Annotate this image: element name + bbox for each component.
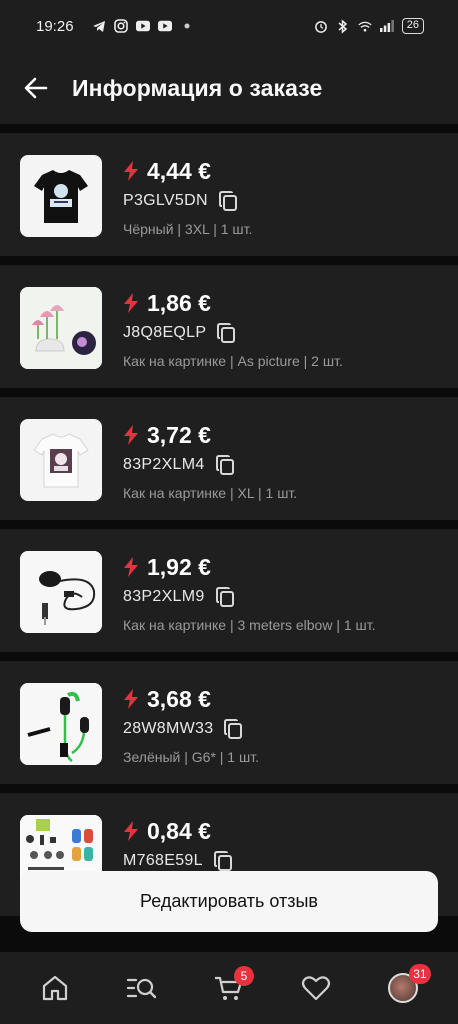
lightning-icon <box>123 293 139 313</box>
youtube-icon <box>157 20 172 33</box>
lightning-icon <box>123 557 139 577</box>
copy-icon[interactable] <box>218 190 238 212</box>
arrow-left-icon <box>24 77 48 99</box>
product-image-gaming-earbuds[interactable] <box>20 683 102 765</box>
item-variant: Как на картинке | 3 meters elbow | 1 шт. <box>123 617 376 633</box>
cart-badge: 5 <box>233 966 254 986</box>
product-image-black-tshirt[interactable] <box>20 155 102 237</box>
bluetooth-mute-icon <box>336 18 350 34</box>
catalog-search-icon <box>127 978 157 999</box>
heart-icon <box>301 976 330 1001</box>
item-price: 1,86 € <box>147 289 211 316</box>
product-image-mushroom-lamp[interactable] <box>20 287 102 369</box>
item-code: 28W8MW33 <box>123 720 214 737</box>
item-price: 1,92 € <box>147 553 211 580</box>
lightning-icon <box>123 161 139 181</box>
order-item[interactable]: 3,68 € 28W8MW33 Зелёный | G6* | 1 шт. <box>0 661 458 784</box>
order-item[interactable]: 4,44 € P3GLV5DN Чёрный | 3XL | 1 шт. <box>0 133 458 256</box>
nav-catalog-search[interactable] <box>114 960 170 1016</box>
item-code: M768E59L <box>123 852 203 869</box>
page-title: Информация о заказе <box>72 74 323 101</box>
item-variant: Зелёный | G6* | 1 шт. <box>123 749 259 765</box>
status-bar: 19:26 26 <box>0 0 458 52</box>
profile-badge: 31 <box>409 964 431 984</box>
item-variant: Как на картинке | As picture | 2 шт. <box>123 353 343 369</box>
item-price: 0,84 € <box>147 817 211 844</box>
wifi-icon <box>358 20 372 33</box>
product-image-lavalier-mic[interactable] <box>20 551 102 633</box>
status-time: 19:26 <box>36 17 74 35</box>
item-price: 4,44 € <box>147 157 211 184</box>
battery-indicator: 26 <box>401 18 424 34</box>
edit-review-button[interactable]: Редактировать отзыв <box>20 871 438 932</box>
nav-cart[interactable]: 5 <box>201 960 257 1016</box>
item-code: 83P2XLM9 <box>123 588 205 605</box>
lightning-icon <box>123 821 139 841</box>
lightning-icon <box>123 689 139 709</box>
nav-profile[interactable]: 31 <box>375 960 431 1016</box>
alarm-icon <box>314 20 328 33</box>
copy-icon[interactable] <box>215 586 235 608</box>
home-icon <box>43 975 68 1001</box>
instagram-icon <box>113 19 128 33</box>
item-variant: Как на картинке | XL | 1 шт. <box>123 485 298 501</box>
nav-favorites[interactable] <box>288 960 344 1016</box>
youtube-icon <box>135 20 150 33</box>
item-price: 3,72 € <box>147 421 211 448</box>
item-price: 3,68 € <box>147 685 211 712</box>
bottom-navigation: 5 31 <box>0 952 458 1024</box>
order-item[interactable]: 1,92 € 83P2XLM9 Как на картинке | 3 mete… <box>0 529 458 652</box>
product-image-white-tshirt[interactable] <box>20 419 102 501</box>
app-bar: Информация о заказе <box>0 52 458 124</box>
copy-icon[interactable] <box>215 454 235 476</box>
copy-icon[interactable] <box>223 718 243 740</box>
telegram-icon <box>92 20 106 33</box>
order-item[interactable]: 1,86 € J8Q8EQLP Как на картинке | As pic… <box>0 265 458 388</box>
copy-icon[interactable] <box>213 850 233 872</box>
more-notifications-dot-icon <box>180 20 194 33</box>
item-code: 83P2XLM4 <box>123 456 205 473</box>
lightning-icon <box>123 425 139 445</box>
item-variant: Чёрный | 3XL | 1 шт. <box>123 221 253 237</box>
order-items-list: 4,44 € P3GLV5DN Чёрный | 3XL | 1 шт. 1,8… <box>0 133 458 925</box>
item-code: P3GLV5DN <box>123 192 208 209</box>
nav-home[interactable] <box>27 960 83 1016</box>
copy-icon[interactable] <box>216 322 236 344</box>
item-code: J8Q8EQLP <box>123 324 207 341</box>
back-button[interactable] <box>22 74 50 102</box>
signal-icon <box>379 20 394 33</box>
order-item[interactable]: 3,72 € 83P2XLM4 Как на картинке | XL | 1… <box>0 397 458 520</box>
